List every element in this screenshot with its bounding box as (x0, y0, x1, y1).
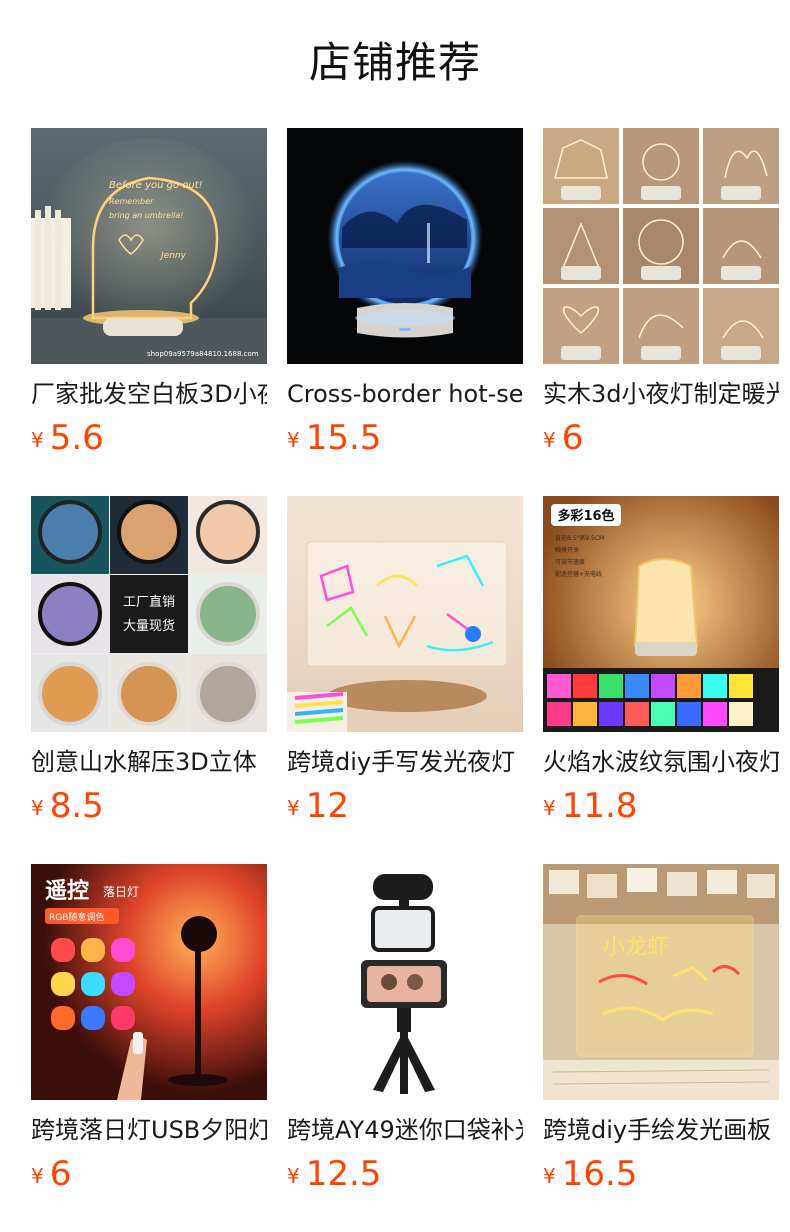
promo-line-1: 工厂直销 (123, 595, 175, 610)
product-image[interactable]: 遥控 落日灯 RGB随意调色 (31, 864, 267, 1100)
product-price: ¥15.5 (287, 418, 381, 458)
product-price: ¥8.5 (31, 786, 104, 826)
currency-symbol: ¥ (31, 796, 44, 820)
currency-symbol: ¥ (543, 796, 556, 820)
product-price: ¥12.5 (287, 1154, 381, 1194)
product-image[interactable]: 多彩16色 直径8.5"高9.5CM 触摸开关 可调节速度 配遥控器+充电线 (543, 496, 779, 732)
price-value: 12 (305, 786, 349, 826)
board-title: 小龙虾 (603, 935, 669, 960)
product-title[interactable]: Cross-border hot-selling (287, 378, 523, 410)
price-value: 5.6 (49, 418, 104, 458)
product-title[interactable]: 跨境AY49迷你口袋补光 (287, 1114, 523, 1146)
spec-line: 配遥控器+充电线 (555, 570, 602, 578)
lamp-text-1: Before you go out! (109, 180, 203, 191)
price-value: 6 (49, 1154, 72, 1194)
lamp-text-4: Jenny (159, 251, 187, 261)
price-value: 16.5 (561, 1154, 638, 1194)
product-image[interactable]: Before you go out! Remember bring an umb… (31, 128, 267, 364)
product-price: ¥16.5 (543, 1154, 637, 1194)
lamp-text-2: Remember (109, 197, 154, 206)
product-image[interactable]: 小龙虾 (543, 864, 779, 1100)
product-price: ¥6 (543, 418, 583, 458)
product-card[interactable]: 遥控 落日灯 RGB随意调色 跨境落日灯USB夕阳灯 ¥6 (31, 864, 267, 1194)
product-title[interactable]: 跨境落日灯USB夕阳灯 (31, 1114, 267, 1146)
product-card[interactable]: 工厂直销 大量现货 创意山水解压3D立体 ¥8.5 (31, 496, 267, 826)
product-card[interactable]: 跨境diy手写发光夜灯 ¥12 (287, 496, 523, 826)
spec-line: 可调节速度 (555, 558, 585, 566)
watermark: shop09a9579a84810.1688.com (147, 350, 259, 358)
promo-subtitle: 落日灯 (103, 885, 139, 899)
product-card[interactable]: Before you go out! Remember bring an umb… (31, 128, 267, 458)
product-title[interactable]: 跨境diy手绘发光画板 (543, 1114, 779, 1146)
product-title[interactable]: 火焰水波纹氛围小夜灯 (543, 746, 779, 778)
spec-line: 直径8.5"高9.5CM (555, 534, 604, 542)
currency-symbol: ¥ (543, 1164, 556, 1188)
product-image[interactable] (287, 496, 523, 732)
currency-symbol: ¥ (31, 1164, 44, 1188)
product-card[interactable]: 小龙虾 跨境diy手绘发光画板 ¥16.5 (543, 864, 779, 1194)
product-image[interactable]: 工厂直销 大量现货 (31, 496, 267, 732)
price-value: 12.5 (305, 1154, 382, 1194)
currency-symbol: ¥ (31, 428, 44, 452)
page-title: 店铺推荐 (308, 38, 481, 87)
product-image[interactable] (543, 128, 779, 364)
product-price: ¥6 (31, 1154, 71, 1194)
product-card[interactable]: 实木3d小夜灯制定暖光 ¥6 (543, 128, 779, 458)
page-header: 店铺推荐 (0, 28, 790, 98)
price-value: 15.5 (305, 418, 382, 458)
product-image[interactable] (287, 128, 523, 364)
promo-line-2: 大量现货 (123, 618, 175, 634)
product-image[interactable] (287, 864, 523, 1100)
promo-title: 遥控 (45, 878, 89, 904)
product-price: ¥5.6 (31, 418, 104, 458)
promo-tag: RGB随意调色 (49, 911, 104, 923)
lamp-text-3: bring an umbrella! (109, 211, 184, 220)
spec-line: 触摸开关 (555, 546, 579, 554)
price-value: 8.5 (49, 786, 104, 826)
currency-symbol: ¥ (287, 796, 300, 820)
promo-badge: 多彩16色 (557, 508, 614, 524)
product-title[interactable]: 创意山水解压3D立体 (31, 746, 267, 778)
currency-symbol: ¥ (287, 428, 300, 452)
product-price: ¥11.8 (543, 786, 637, 826)
product-card[interactable]: Cross-border hot-selling ¥15.5 (287, 128, 523, 458)
product-card[interactable]: 多彩16色 直径8.5"高9.5CM 触摸开关 可调节速度 配遥控器+充电线 火… (543, 496, 779, 826)
price-value: 6 (561, 418, 584, 458)
product-card[interactable]: 跨境AY49迷你口袋补光 ¥12.5 (287, 864, 523, 1194)
product-title[interactable]: 跨境diy手写发光夜灯 (287, 746, 523, 778)
product-title[interactable]: 厂家批发空白板3D小夜灯 (31, 378, 267, 410)
product-price: ¥12 (287, 786, 349, 826)
currency-symbol: ¥ (543, 428, 556, 452)
currency-symbol: ¥ (287, 1164, 300, 1188)
product-title[interactable]: 实木3d小夜灯制定暖光 (543, 378, 779, 410)
price-value: 11.8 (561, 786, 638, 826)
